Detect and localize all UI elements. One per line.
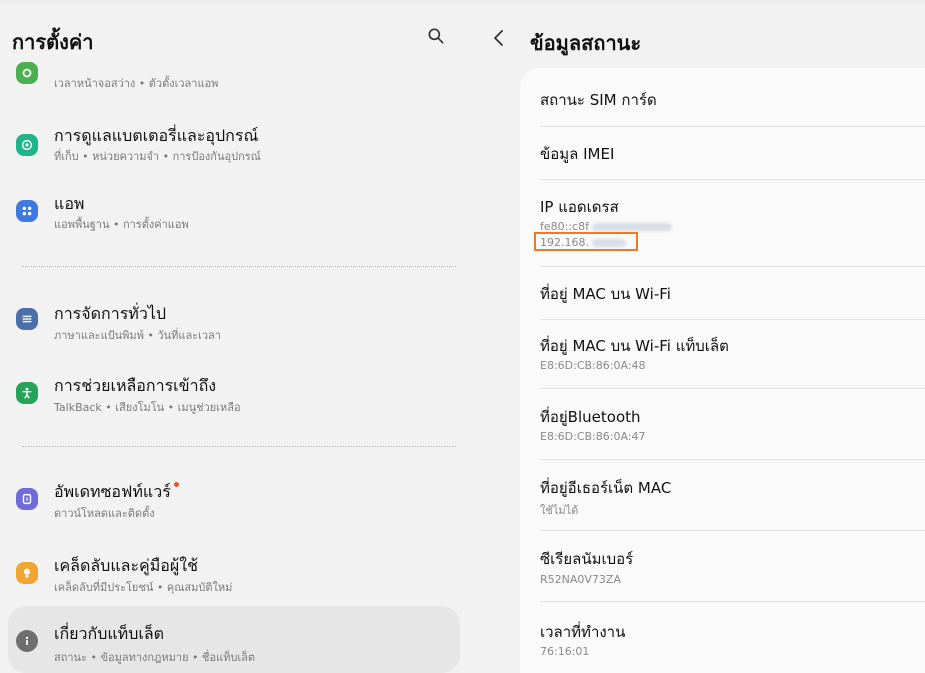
settings-item-subtitle: ที่เก็บ • หน่วยความจำ • การป้องกันอุปกรณ… xyxy=(54,150,261,163)
tips-icon xyxy=(16,562,38,584)
redacted-blur xyxy=(592,223,673,231)
update-badge-dot xyxy=(173,482,179,487)
sliders-icon xyxy=(16,308,38,330)
device-care-icon xyxy=(16,134,38,156)
settings-item-title: การช่วยเหลือการเข้าถึง xyxy=(54,376,217,395)
search-icon xyxy=(428,28,444,44)
status-row-title: สถานะ SIM การ์ด xyxy=(540,91,657,109)
page-title: การตั้งค่า xyxy=(12,30,94,54)
settings-item-title: การดูแลแบตเตอรี่และอุปกรณ์ xyxy=(54,126,259,145)
status-row-value: E8:6D:CB:86:0A:47 xyxy=(540,430,646,443)
status-row-title: ที่อยู่Bluetooth xyxy=(540,408,641,426)
status-row-serial-number[interactable]: ซีเรียลนัมเบอร์ R52NA0V73ZA xyxy=(520,531,925,601)
settings-item-subtitle: สถานะ • ข้อมูลทางกฎหมาย • ชื่อแท็บเล็ต xyxy=(54,651,256,664)
status-row-title: ที่อยู่อีเธอร์เน็ต MAC xyxy=(540,479,672,497)
update-icon xyxy=(16,488,38,510)
status-header: ข้อมูลสถานะ xyxy=(490,24,910,56)
chevron-left-icon xyxy=(494,30,503,46)
settings-item-title: อัพเดทซอฟท์แวร์ xyxy=(54,480,179,505)
status-card: สถานะ SIM การ์ด ข้อมูล IMEI IP แอดเดรส f… xyxy=(520,68,925,673)
status-row-title: เวลาที่ทำงาน xyxy=(540,623,626,641)
status-row-value: 76:16:01 xyxy=(540,645,590,658)
settings-header: การตั้งค่า xyxy=(12,22,462,58)
settings-item-tips[interactable]: เคล็ดลับและคู่มือผู้ใช้ เคล็ดลับที่มีประ… xyxy=(10,550,460,598)
status-row-wifi-mac[interactable]: ที่อยู่ MAC บน Wi-Fi xyxy=(520,267,925,319)
settings-item-subtitle: ดาวน์โหลดและติดตั้ง xyxy=(54,507,155,520)
page-title: ข้อมูลสถานะ xyxy=(530,31,642,55)
settings-list-pane: การตั้งค่า เวลาหน้าจอสว่าง • ตัวตั้งเวลา… xyxy=(0,0,470,673)
status-row-value: ใช้ไม่ได้ xyxy=(540,504,579,517)
status-row-ethernet-mac[interactable]: ที่อยู่อีเธอร์เน็ต MAC ใช้ไม่ได้ xyxy=(520,460,925,530)
info-icon xyxy=(16,630,38,652)
settings-item-title: เคล็ดลับและคู่มือผู้ใช้ xyxy=(54,556,198,575)
status-row-title: ที่อยู่ MAC บน Wi-Fi แท็บเล็ต xyxy=(540,337,729,355)
settings-item-title: เกี่ยวกับแท็บเล็ต xyxy=(54,624,165,643)
status-row-title: ที่อยู่ MAC บน Wi-Fi xyxy=(540,285,671,303)
settings-item-device-care[interactable]: การดูแลแบตเตอรี่และอุปกรณ์ ที่เก็บ • หน่… xyxy=(10,120,460,168)
settings-item-subtitle: แอพพื้นฐาน • การตั้งค่าแอพ xyxy=(54,218,189,231)
status-row-ip-address[interactable]: IP แอดเดรส fe80::c8f 192.168. xyxy=(520,180,925,266)
settings-item-subtitle: เวลาหน้าจอสว่าง • ตัวตั้งเวลาแอพ xyxy=(54,77,219,90)
status-row-title: IP แอดเดรส xyxy=(540,198,619,216)
settings-item-subtitle: TalkBack • เสียงโมโน • เมนูช่วยเหลือ xyxy=(54,401,241,414)
back-button[interactable] xyxy=(490,26,508,50)
status-row-sim[interactable]: สถานะ SIM การ์ด xyxy=(520,68,925,126)
accessibility-icon xyxy=(16,382,38,404)
status-info-pane: ข้อมูลสถานะ สถานะ SIM การ์ด ข้อมูล IMEI … xyxy=(470,0,925,673)
status-row-value: E8:6D:CB:86:0A:48 xyxy=(540,359,646,372)
status-row-value: R52NA0V73ZA xyxy=(540,573,621,586)
settings-item-accessibility[interactable]: การช่วยเหลือการเข้าถึง TalkBack • เสียงโ… xyxy=(10,370,460,418)
settings-item-subtitle: ภาษาและแป้นพิมพ์ • วันที่และเวลา xyxy=(54,329,221,342)
ip-highlight-box xyxy=(534,232,638,251)
settings-item-software-update[interactable]: อัพเดทซอฟท์แวร์ ดาวน์โหลดและติดตั้ง xyxy=(10,476,460,524)
status-row-wifi-mac-tablet[interactable]: ที่อยู่ MAC บน Wi-Fi แท็บเล็ต E8:6D:CB:8… xyxy=(520,320,925,388)
settings-item-title-text: อัพเดทซอฟท์แวร์ xyxy=(54,482,171,501)
section-divider xyxy=(22,266,456,267)
settings-item-title: แอพ xyxy=(54,194,85,213)
status-row-uptime[interactable]: เวลาที่ทำงาน 76:16:01 xyxy=(520,602,925,673)
settings-item-general-management[interactable]: การจัดการทั่วไป ภาษาและแป้นพิมพ์ • วันที… xyxy=(10,296,460,344)
status-row-title: ซีเรียลนัมเบอร์ xyxy=(540,550,634,568)
status-row-imei[interactable]: ข้อมูล IMEI xyxy=(520,127,925,179)
settings-item-title: การจัดการทั่วไป xyxy=(54,304,167,323)
settings-item-display[interactable]: เวลาหน้าจอสว่าง • ตัวตั้งเวลาแอพ xyxy=(10,62,460,98)
display-icon xyxy=(16,62,38,84)
status-row-bluetooth[interactable]: ที่อยู่Bluetooth E8:6D:CB:86:0A:47 xyxy=(520,389,925,459)
settings-item-subtitle: เคล็ดลับที่มีประโยชน์ • คุณสมบัติใหม่ xyxy=(54,581,233,594)
settings-item-apps[interactable]: แอพ แอพพื้นฐาน • การตั้งค่าแอพ xyxy=(10,188,460,236)
section-divider xyxy=(22,446,456,447)
apps-icon xyxy=(16,200,38,222)
search-button[interactable] xyxy=(426,26,450,50)
settings-item-about-tablet[interactable]: เกี่ยวกับแท็บเล็ต สถานะ • ข้อมูลทางกฎหมา… xyxy=(8,606,460,673)
status-row-title: ข้อมูล IMEI xyxy=(540,145,615,163)
